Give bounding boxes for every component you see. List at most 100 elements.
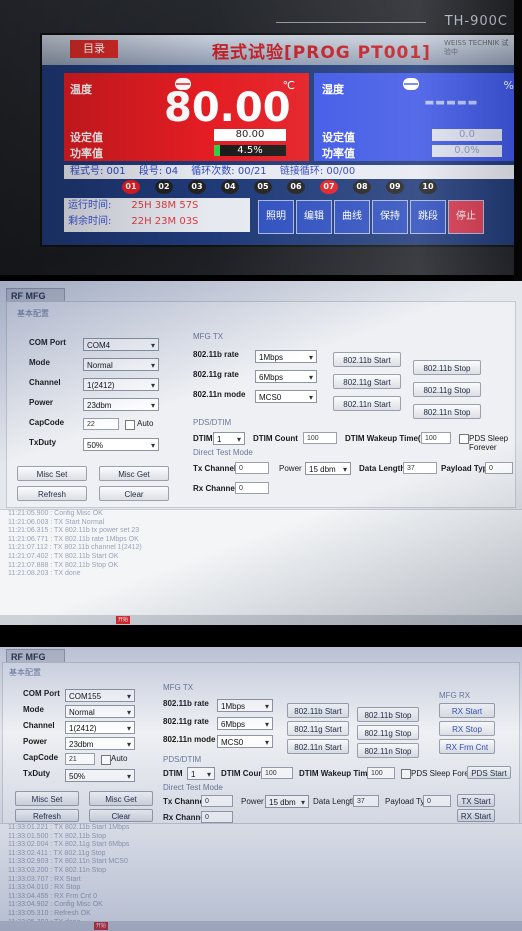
channel-select-2[interactable]: 1(2412) — [65, 721, 135, 735]
sleep-forever-checkbox[interactable] — [459, 434, 469, 444]
temp-setpoint-field[interactable]: 80.00 — [214, 129, 286, 141]
n-start-button[interactable]: 802.11n Start — [333, 396, 401, 411]
clear-button[interactable]: Clear — [99, 486, 169, 501]
log-area-top: 11:21:05.900 : Config Misc OK 11:21:06.00… — [0, 509, 522, 616]
n-start-button-2[interactable]: 802.11n Start — [287, 739, 349, 754]
misc-set-button-2[interactable]: Misc Set — [15, 791, 79, 806]
program-title: 程式试验[PROG PT001] — [212, 43, 431, 63]
log-line: 11:21:07.402 : TX 802.11b Start OK — [8, 552, 119, 560]
power-select[interactable]: 23dbm — [83, 398, 159, 412]
log-line: 11:21:06.003 : TX Start Normal — [8, 518, 105, 526]
rx-start-button[interactable]: RX Start — [457, 809, 495, 822]
dtim-count-input[interactable]: 100 — [303, 432, 337, 444]
data-length-input[interactable]: 37 — [403, 462, 437, 474]
taskbar-top: 开始 — [0, 615, 522, 625]
rx-channel-input-2[interactable]: 0 — [201, 811, 233, 823]
tx-channel-input-2[interactable]: 0 — [201, 795, 233, 807]
refresh-button[interactable]: Refresh — [17, 486, 87, 501]
n-stop-button[interactable]: 802.11n Stop — [413, 404, 481, 419]
curve-button[interactable]: 曲线 — [334, 200, 370, 234]
rate-n-select-2[interactable]: MCS0 — [217, 735, 273, 749]
capcode-input[interactable]: 22 — [83, 418, 119, 430]
g-start-button-2[interactable]: 802.11g Start — [287, 721, 349, 736]
mfg-rx-stop-button[interactable]: RX Stop — [439, 721, 495, 736]
b-start-button-2[interactable]: 802.11b Start — [287, 703, 349, 718]
dtim-label: DTIM — [193, 434, 213, 443]
mfg-tx-label-2: MFG TX — [163, 683, 194, 692]
capcode-label: CapCode — [29, 418, 65, 427]
clear-button-2[interactable]: Clear — [89, 809, 153, 822]
b-stop-button-2[interactable]: 802.11b Stop — [357, 707, 419, 722]
remain-time-value: 22H 23M 03S — [131, 216, 199, 227]
light-button[interactable]: 照明 — [258, 200, 294, 234]
txduty-label: TxDuty — [29, 438, 57, 447]
tx-start-button[interactable]: TX Start — [457, 794, 495, 807]
g-start-button[interactable]: 802.11g Start — [333, 374, 401, 389]
wakeup-input[interactable]: 100 — [421, 432, 451, 444]
channel-label: Channel — [29, 378, 61, 387]
hold-button[interactable]: 保持 — [372, 200, 408, 234]
wakeup-input-2[interactable]: 100 — [367, 767, 395, 779]
misc-set-button[interactable]: Misc Set — [17, 466, 87, 481]
humid-setpoint-label: 设定值 — [322, 131, 355, 144]
rate-g-label-2: 802.11g rate — [163, 717, 209, 726]
segment-number: 段号: 04 — [138, 166, 179, 177]
rx-channel-input[interactable]: 0 — [235, 482, 269, 494]
b-stop-button[interactable]: 802.11b Stop — [413, 360, 481, 375]
g-stop-button[interactable]: 802.11g Stop — [413, 382, 481, 397]
rate-n-select[interactable]: MCS0 — [255, 390, 317, 404]
auto-checkbox[interactable] — [125, 420, 135, 430]
brand-line — [276, 22, 426, 23]
rate-b-select[interactable]: 1Mbps — [255, 350, 317, 364]
temp-power-bar: 4.5% — [214, 145, 286, 156]
payload-input[interactable]: 0 — [485, 462, 513, 474]
log-line: 11:33:04.455 : RX Frm Cnt 0 — [8, 892, 97, 900]
taskbar-tag[interactable]: 开始 — [116, 616, 130, 624]
pds-start-button[interactable]: PDS Start — [467, 766, 511, 779]
menu-button[interactable]: 目录 — [70, 40, 118, 58]
log-line: 11:21:07.888 : TX 802.11b Stop OK — [8, 561, 119, 569]
rate-g-select[interactable]: 6Mbps — [255, 370, 317, 384]
program-number: 程式号: 001 — [70, 166, 126, 177]
segment-indicator-06: 06 — [287, 180, 305, 194]
direct-power-select[interactable]: 15 dbm — [305, 462, 351, 476]
log-line: 11:33:04.902 : Config Misc OK — [8, 901, 103, 909]
rate-g-select-2[interactable]: 6Mbps — [217, 717, 273, 731]
mode-select[interactable]: Normal — [83, 358, 159, 372]
direct-power-select-2[interactable]: 15 dbm — [265, 795, 309, 809]
misc-get-button[interactable]: Misc Get — [99, 466, 169, 481]
refresh-button-2[interactable]: Refresh — [15, 809, 79, 822]
data-length-input-2[interactable]: 37 — [353, 795, 379, 807]
channel-select[interactable]: 1(2412) — [83, 378, 159, 392]
mode-select-2[interactable]: Normal — [65, 705, 135, 719]
sleep-forever-checkbox-2[interactable] — [401, 769, 411, 779]
segment-indicator-02: 02 — [155, 180, 173, 194]
dtim-select-2[interactable]: 1 — [187, 767, 215, 781]
rate-b-select-2[interactable]: 1Mbps — [217, 699, 273, 713]
txduty-select-2[interactable]: 50% — [65, 769, 135, 783]
txduty-select[interactable]: 50% — [83, 438, 159, 452]
auto-checkbox-2[interactable] — [101, 755, 111, 765]
dtim-select[interactable]: 1 — [213, 432, 245, 446]
g-stop-button-2[interactable]: 802.11g Stop — [357, 725, 419, 740]
capcode-input-2[interactable]: 21 — [65, 753, 95, 765]
com-port-select[interactable]: COM4 — [83, 338, 159, 352]
mfg-rx-start-button[interactable]: RX Start — [439, 703, 495, 718]
taskbar-tag-2[interactable]: 开始 — [94, 922, 108, 930]
dtim-count-input-2[interactable]: 100 — [261, 767, 293, 779]
edit-button[interactable]: 编辑 — [296, 200, 332, 234]
tx-channel-input[interactable]: 0 — [235, 462, 269, 474]
n-stop-button-2[interactable]: 802.11n Stop — [357, 743, 419, 758]
mfg-rx-frm-cnt-button[interactable]: RX Frm Cnt — [439, 739, 495, 754]
payload-input-2[interactable]: 0 — [423, 795, 451, 807]
stop-button[interactable]: 停止 — [448, 200, 484, 234]
com-port-select-2[interactable]: COM155 — [65, 689, 135, 703]
segment-indicator-04: 04 — [221, 180, 239, 194]
power-select-2[interactable]: 23dbm — [65, 737, 135, 751]
skip-button[interactable]: 跳段 — [410, 200, 446, 234]
dtim-label-2: DTIM — [163, 769, 183, 778]
b-start-button[interactable]: 802.11b Start — [333, 352, 401, 367]
misc-get-button-2[interactable]: Misc Get — [89, 791, 153, 806]
humid-setpoint-field[interactable]: 0.0 — [432, 129, 502, 141]
controller-screen: 目录 程式试验[PROG PT001] WEISS TECHNIK 试验中 温度… — [40, 33, 522, 247]
